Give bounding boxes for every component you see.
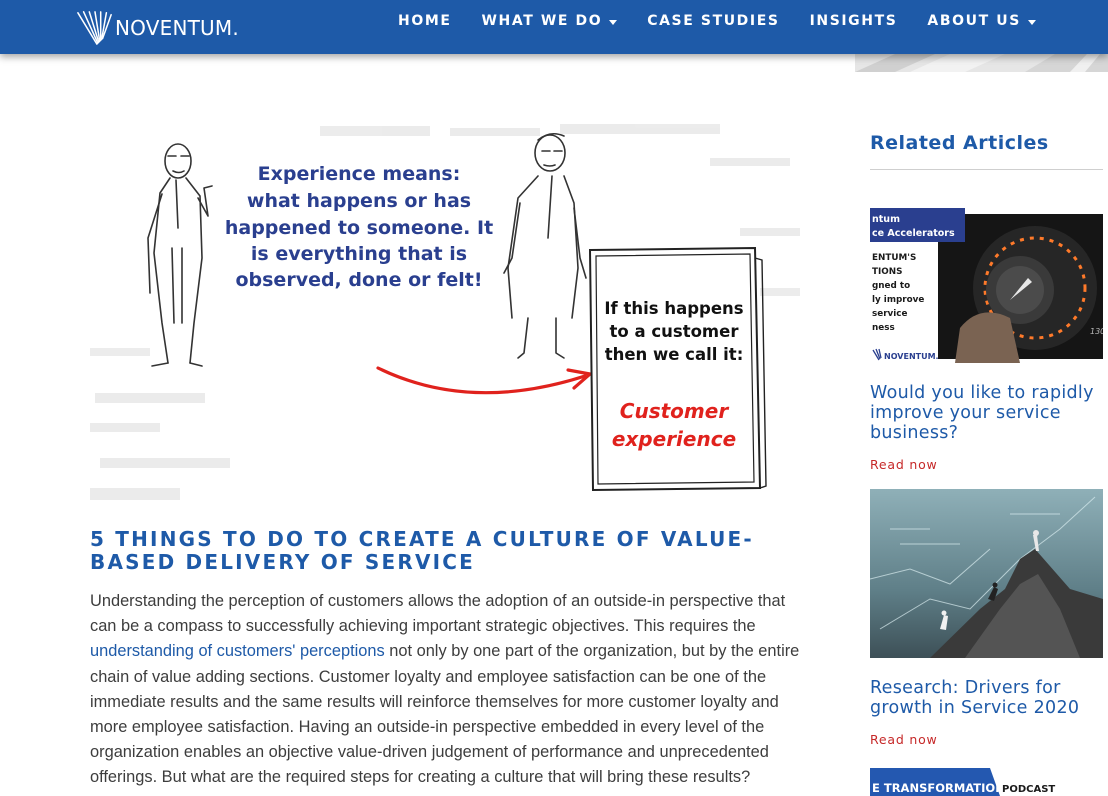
card-highlight-line: Customer <box>620 399 730 423</box>
article-title: 5 THINGS TO DO TO CREATE A CULTURE OF VA… <box>90 527 754 574</box>
speech-line: is everything that is <box>251 243 467 265</box>
brand-name: NOVENTUM. <box>115 16 239 40</box>
thumb-gauge-number: 130 <box>1090 327 1103 336</box>
nav-insights[interactable]: INSIGHTS <box>810 13 898 29</box>
speech-line: Experience means: <box>258 163 461 185</box>
nav-about-us-label: ABOUT US <box>927 13 1021 29</box>
related-article-card[interactable]: ntum ce Accelerators ENTUM'S TIONS gned … <box>870 208 1103 474</box>
customer-perceptions-link[interactable]: understanding of customers' perceptions <box>90 642 385 660</box>
nav-home-label: HOME <box>398 13 452 29</box>
nav-what-we-do[interactable]: WHAT WE DO <box>482 13 618 29</box>
read-now-link[interactable]: Read now <box>870 457 938 472</box>
article-text: Understanding the perception of customer… <box>90 592 786 636</box>
thumb-logo-text: NOVENTUM. <box>884 352 939 361</box>
noventum-fan-icon <box>77 11 112 45</box>
caret-down-icon <box>1027 19 1036 25</box>
nav-about-us[interactable]: ABOUT US <box>927 13 1036 29</box>
related-article-card[interactable]: Research: Drivers for growth in Service … <box>870 489 1103 749</box>
nav-case-studies[interactable]: CASE STUDIES <box>647 13 779 29</box>
brand-logo[interactable]: NOVENTUM. <box>76 8 239 48</box>
article-thumbnail: ntum ce Accelerators ENTUM'S TIONS gned … <box>870 208 1103 363</box>
nav-insights-label: INSIGHTS <box>809 13 898 29</box>
top-navbar: NOVENTUM. HOME WHAT WE DO CASE STUDIES I… <box>0 0 1108 54</box>
thumb-text: TIONS <box>872 267 902 277</box>
card-text-line: then we call it: <box>605 345 744 364</box>
read-now-link[interactable]: Read now <box>870 732 938 747</box>
card-text-line: If this happens <box>604 299 743 318</box>
speech-line: observed, done or felt! <box>235 269 482 291</box>
related-article-card[interactable]: E TRANSFORMATION PODCAST <box>870 763 1103 796</box>
thumb-text: ness <box>872 323 895 333</box>
thumb-text: gned to <box>872 281 910 291</box>
caret-down-icon <box>609 19 618 25</box>
hero-image-edge <box>855 54 1108 72</box>
card-highlight-line: experience <box>612 427 736 451</box>
related-articles-sidebar: Related Articles ntum ce Accelerators EN… <box>870 120 1103 796</box>
thumb-banner-text: PODCAST <box>1002 784 1055 795</box>
nav-case-studies-label: CASE STUDIES <box>647 13 780 29</box>
article-thumbnail <box>870 489 1103 658</box>
sidebar-heading: Related Articles <box>870 120 1103 170</box>
speech-line: happened to someone. It <box>225 217 493 239</box>
main-nav: HOME WHAT WE DO CASE STUDIES INSIGHTS AB… <box>398 0 1066 42</box>
thumb-banner-text: ntum <box>872 214 900 225</box>
related-article-title[interactable]: Would you like to rapidly improve your s… <box>870 383 1103 443</box>
article-body: Understanding the perception of customer… <box>90 589 812 791</box>
nav-home[interactable]: HOME <box>398 13 452 29</box>
speech-line: what happens or has <box>247 190 471 212</box>
thumb-banner-text: ce Accelerators <box>872 228 955 239</box>
thumb-banner-text: E TRANSFORMATION <box>872 781 1005 795</box>
nav-what-we-do-label: WHAT WE DO <box>481 13 603 29</box>
thumb-text: service <box>872 309 908 319</box>
article-thumbnail: E TRANSFORMATION PODCAST <box>870 763 1103 796</box>
related-article-title[interactable]: Research: Drivers for growth in Service … <box>870 678 1103 718</box>
card-text-line: to a customer <box>610 322 740 341</box>
article-text: not only by one part of the organization… <box>90 642 800 787</box>
article-hero-illustration: Experience means: what happens or has ha… <box>90 118 810 510</box>
thumb-text: ENTUM'S <box>872 253 916 263</box>
thumb-text: ly improve <box>872 295 924 305</box>
